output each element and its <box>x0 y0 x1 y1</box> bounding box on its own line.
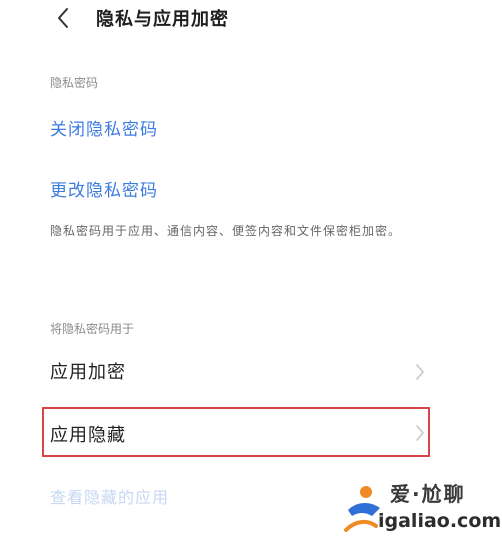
back-arrow-icon[interactable] <box>52 6 76 30</box>
chevron-right-icon <box>416 364 424 380</box>
page-title: 隐私与应用加密 <box>96 9 229 30</box>
row-app-encryption-label: 应用加密 <box>50 362 126 383</box>
close-privacy-password-link[interactable]: 关闭隐私密码 <box>50 115 158 140</box>
view-hidden-apps-link[interactable]: 查看隐藏的应用 <box>50 484 169 508</box>
section-label-privacy-password: 隐私密码 <box>50 76 99 90</box>
section-label-apply-to: 将隐私密码用于 <box>50 322 135 336</box>
row-app-hide[interactable]: 应用隐藏 <box>44 409 428 455</box>
watermark-title: 爱·尬聊 <box>390 482 466 506</box>
watermark-url: igaliao.com <box>378 510 502 532</box>
row-app-encryption[interactable]: 应用加密 <box>42 352 430 392</box>
chevron-right-icon <box>416 425 424 441</box>
row-app-hide-label: 应用隐藏 <box>50 425 126 446</box>
privacy-password-description: 隐私密码用于应用、通信内容、便签内容和文件保密柜加密。 <box>50 224 402 238</box>
change-privacy-password-link[interactable]: 更改隐私密码 <box>50 176 158 201</box>
